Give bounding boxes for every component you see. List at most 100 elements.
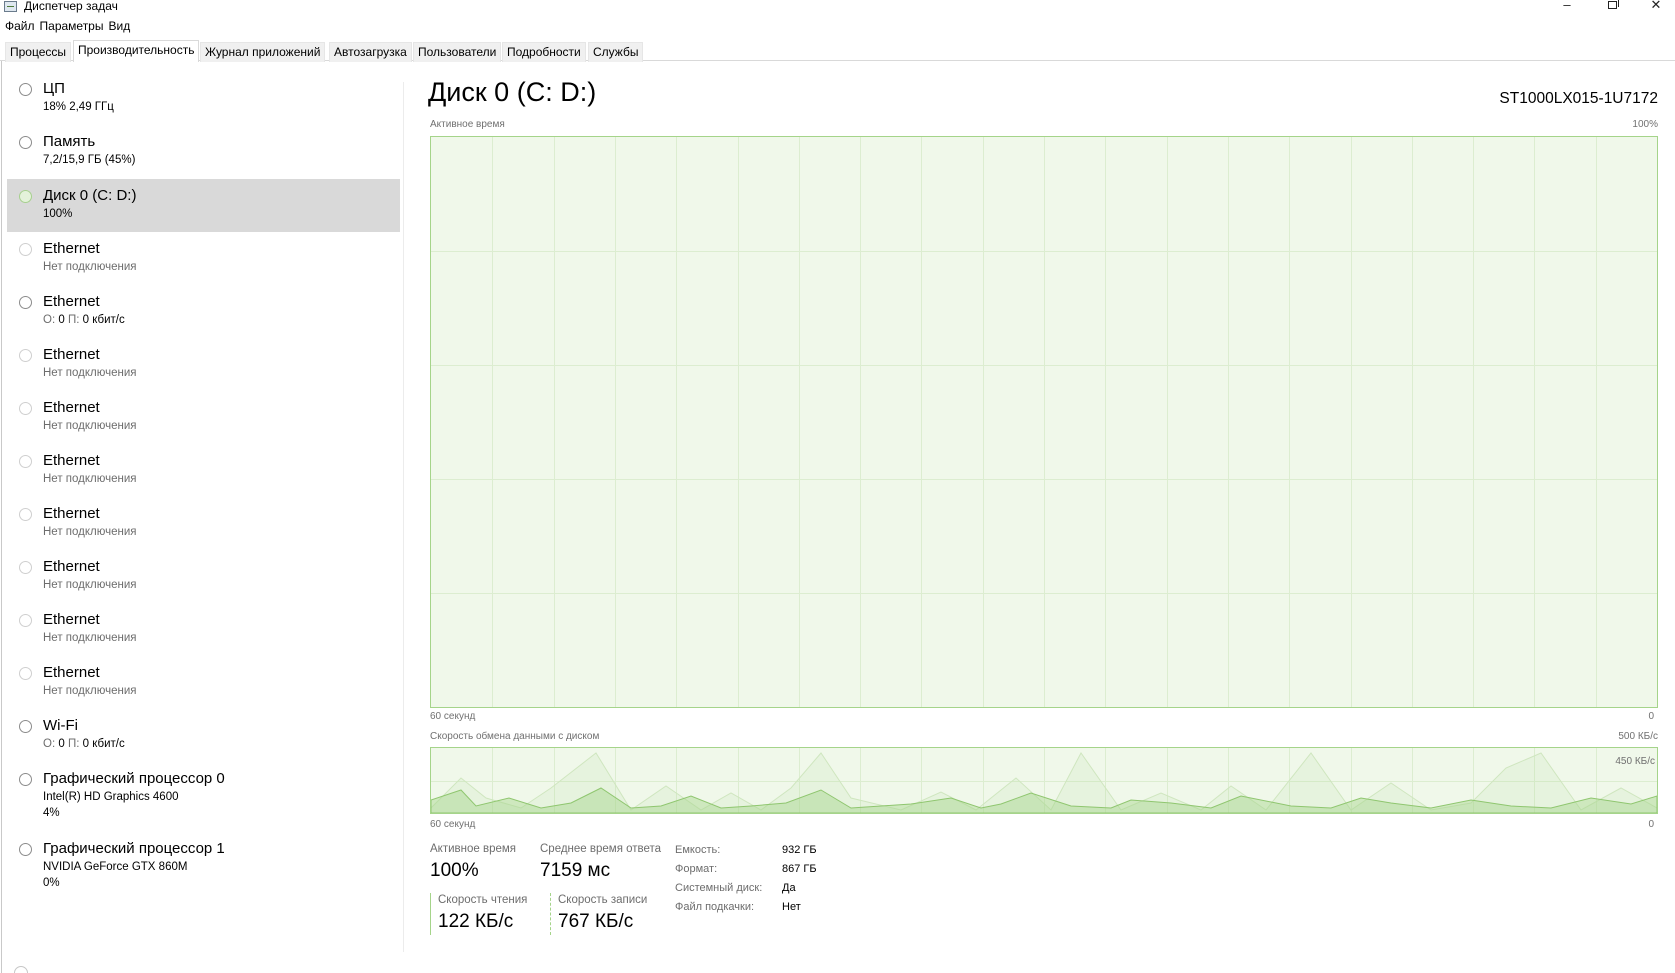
transfer-graph-label: Скорость обмена данными с диском <box>430 731 600 742</box>
active-time-grid <box>431 137 1657 707</box>
sidebar-item-cpu[interactable]: ЦП 18% 2,49 ГГц <box>7 75 400 125</box>
transfer-graph-max: 500 КБ/с <box>1618 731 1658 742</box>
ethernet-graph-icon <box>19 296 32 309</box>
sidebar-item-detail: Нет подключения <box>43 420 137 432</box>
tab-performance[interactable]: Производительность <box>73 40 200 62</box>
tab-processes[interactable]: Процессы <box>5 42 72 62</box>
sidebar-item-ethernet[interactable]: Ethernet Нет подключения <box>7 447 400 497</box>
sidebar-item-detail: Нет подключения <box>43 473 137 485</box>
send-value: 0 <box>58 738 65 750</box>
transfer-rate-graph: 450 КБ/с <box>430 747 1658 814</box>
ethernet-graph-icon <box>19 561 32 574</box>
menu-options[interactable]: Параметры <box>40 18 109 35</box>
ethernet-graph-icon <box>19 349 32 362</box>
fewer-details-icon[interactable] <box>14 966 28 973</box>
tab-bar: Процессы Производительность Журнал прило… <box>0 40 1675 62</box>
sidebar-item-memory[interactable]: Память 7,2/15,9 ГБ (45%) <box>7 128 400 178</box>
sidebar-item-gpu-0[interactable]: Графический процессор 0 Intel(R) HD Grap… <box>7 765 400 831</box>
tab-users[interactable]: Пользователи <box>413 42 502 62</box>
send-label: О: <box>43 314 56 326</box>
active-time-graph-max: 100% <box>1632 119 1658 130</box>
sidebar-item-label: Ethernet <box>43 664 100 681</box>
sidebar-item-detail: 100% <box>43 208 73 220</box>
active-time-graph <box>430 136 1658 708</box>
ethernet-graph-icon <box>19 455 32 468</box>
sidebar-item-label: Ethernet <box>43 399 100 416</box>
read-speed-label: Скорость чтения <box>438 894 528 906</box>
disk-model: ST1000LX015-1U7172 <box>1499 90 1658 107</box>
tab-details[interactable]: Подробности <box>502 42 586 62</box>
menu-view[interactable]: Вид <box>108 18 135 35</box>
system-disk-value: Да <box>782 882 796 894</box>
gpu-graph-icon <box>19 843 32 856</box>
response-time-stat-label: Среднее время ответа <box>540 843 662 855</box>
sidebar-item-label: Ethernet <box>43 346 100 363</box>
sidebar-item-ethernet[interactable]: Ethernet Нет подключения <box>7 341 400 391</box>
disk-detail-panel: Диск 0 (C: D:) ST1000LX015-1U7172 Активн… <box>404 61 1675 973</box>
transfer-graph-span: 60 секунд <box>430 819 476 830</box>
write-speed-marker <box>550 893 551 935</box>
sidebar-item-ethernet[interactable]: Ethernet Нет подключения <box>7 394 400 444</box>
sidebar-item-label: Ethernet <box>43 240 100 257</box>
sidebar-item-detail: 18% 2,49 ГГц <box>43 101 114 113</box>
capacity-label: Емкость: <box>675 844 721 856</box>
ethernet-graph-icon <box>19 243 32 256</box>
page-title: Диск 0 (C: D:) <box>428 77 597 107</box>
active-time-graph-label: Активное время <box>430 119 505 130</box>
ethernet-graph-icon <box>19 614 32 627</box>
receive-value: 0 кбит/с <box>82 738 125 750</box>
active-time-graph-zero: 0 <box>1648 711 1654 722</box>
restore-icon <box>1607 0 1619 9</box>
sidebar-item-usage: 4% <box>43 807 60 819</box>
memory-graph-icon <box>19 136 32 149</box>
sidebar-item-detail: Нет подключения <box>43 367 137 379</box>
task-manager-icon <box>4 1 17 12</box>
sidebar-item-detail: Нет подключения <box>43 579 137 591</box>
minimize-button[interactable]: – <box>1552 0 1582 13</box>
sidebar-item-label: Память <box>43 133 96 150</box>
sidebar-item-ethernet[interactable]: Ethernet Нет подключения <box>7 500 400 550</box>
tab-startup[interactable]: Автозагрузка <box>329 42 412 62</box>
receive-label: П: <box>67 314 80 326</box>
sidebar-item-detail: Intel(R) HD Graphics 4600 <box>43 791 179 803</box>
send-label: О: <box>43 738 56 750</box>
capacity-value: 932 ГБ <box>782 844 817 856</box>
gpu-graph-icon <box>19 773 32 786</box>
sidebar-item-detail: О: 0 П: 0 кбит/с <box>43 738 125 750</box>
active-time-graph-span: 60 секунд <box>430 711 476 722</box>
ethernet-graph-icon <box>19 402 32 415</box>
sidebar-item-label: Графический процессор 1 <box>43 840 225 857</box>
sidebar-item-ethernet[interactable]: Ethernet Нет подключения <box>7 235 400 285</box>
page-file-value: Нет <box>782 901 801 913</box>
sidebar-item-gpu-1[interactable]: Графический процессор 1 NVIDIA GeForce G… <box>7 835 400 901</box>
sidebar-item-ethernet[interactable]: Ethernet Нет подключения <box>7 553 400 603</box>
receive-value: 0 кбит/с <box>82 314 125 326</box>
sidebar-item-label: Ethernet <box>43 452 100 469</box>
sidebar-item-label: Диск 0 (C: D:) <box>43 187 137 204</box>
ethernet-graph-icon <box>19 667 32 680</box>
active-time-stat-label: Активное время <box>430 843 517 855</box>
performance-sidebar: ЦП 18% 2,49 ГГц Память 7,2/15,9 ГБ (45%)… <box>2 61 402 956</box>
sidebar-item-label: Ethernet <box>43 558 100 575</box>
write-speed-label: Скорость записи <box>558 894 648 906</box>
window-title: Диспетчер задач <box>24 0 118 13</box>
wifi-graph-icon <box>19 720 32 733</box>
sidebar-item-detail: Нет подключения <box>43 632 137 644</box>
tab-app-history[interactable]: Журнал приложений <box>200 42 326 62</box>
sidebar-item-disk-0[interactable]: Диск 0 (C: D:) 100% <box>7 179 400 232</box>
restore-button[interactable] <box>1597 0 1627 13</box>
sidebar-item-label: Ethernet <box>43 505 100 522</box>
close-button[interactable]: ✕ <box>1641 0 1671 13</box>
ethernet-graph-icon <box>19 508 32 521</box>
sidebar-item-ethernet[interactable]: Ethernet Нет подключения <box>7 659 400 709</box>
read-speed-marker <box>430 893 431 935</box>
response-time-stat-value: 7159 мс <box>540 860 611 881</box>
read-speed-value: 122 КБ/с <box>438 911 514 932</box>
sidebar-item-ethernet[interactable]: Ethernet Нет подключения <box>7 606 400 656</box>
tab-services[interactable]: Службы <box>588 42 644 62</box>
sidebar-item-label: Wi-Fi <box>43 717 78 734</box>
menu-file[interactable]: Файл <box>0 18 40 35</box>
system-disk-label: Системный диск: <box>675 882 763 894</box>
sidebar-item-ethernet[interactable]: Ethernet О: 0 П: 0 кбит/с <box>7 288 400 338</box>
sidebar-item-wifi[interactable]: Wi-Fi О: 0 П: 0 кбит/с <box>7 712 400 762</box>
